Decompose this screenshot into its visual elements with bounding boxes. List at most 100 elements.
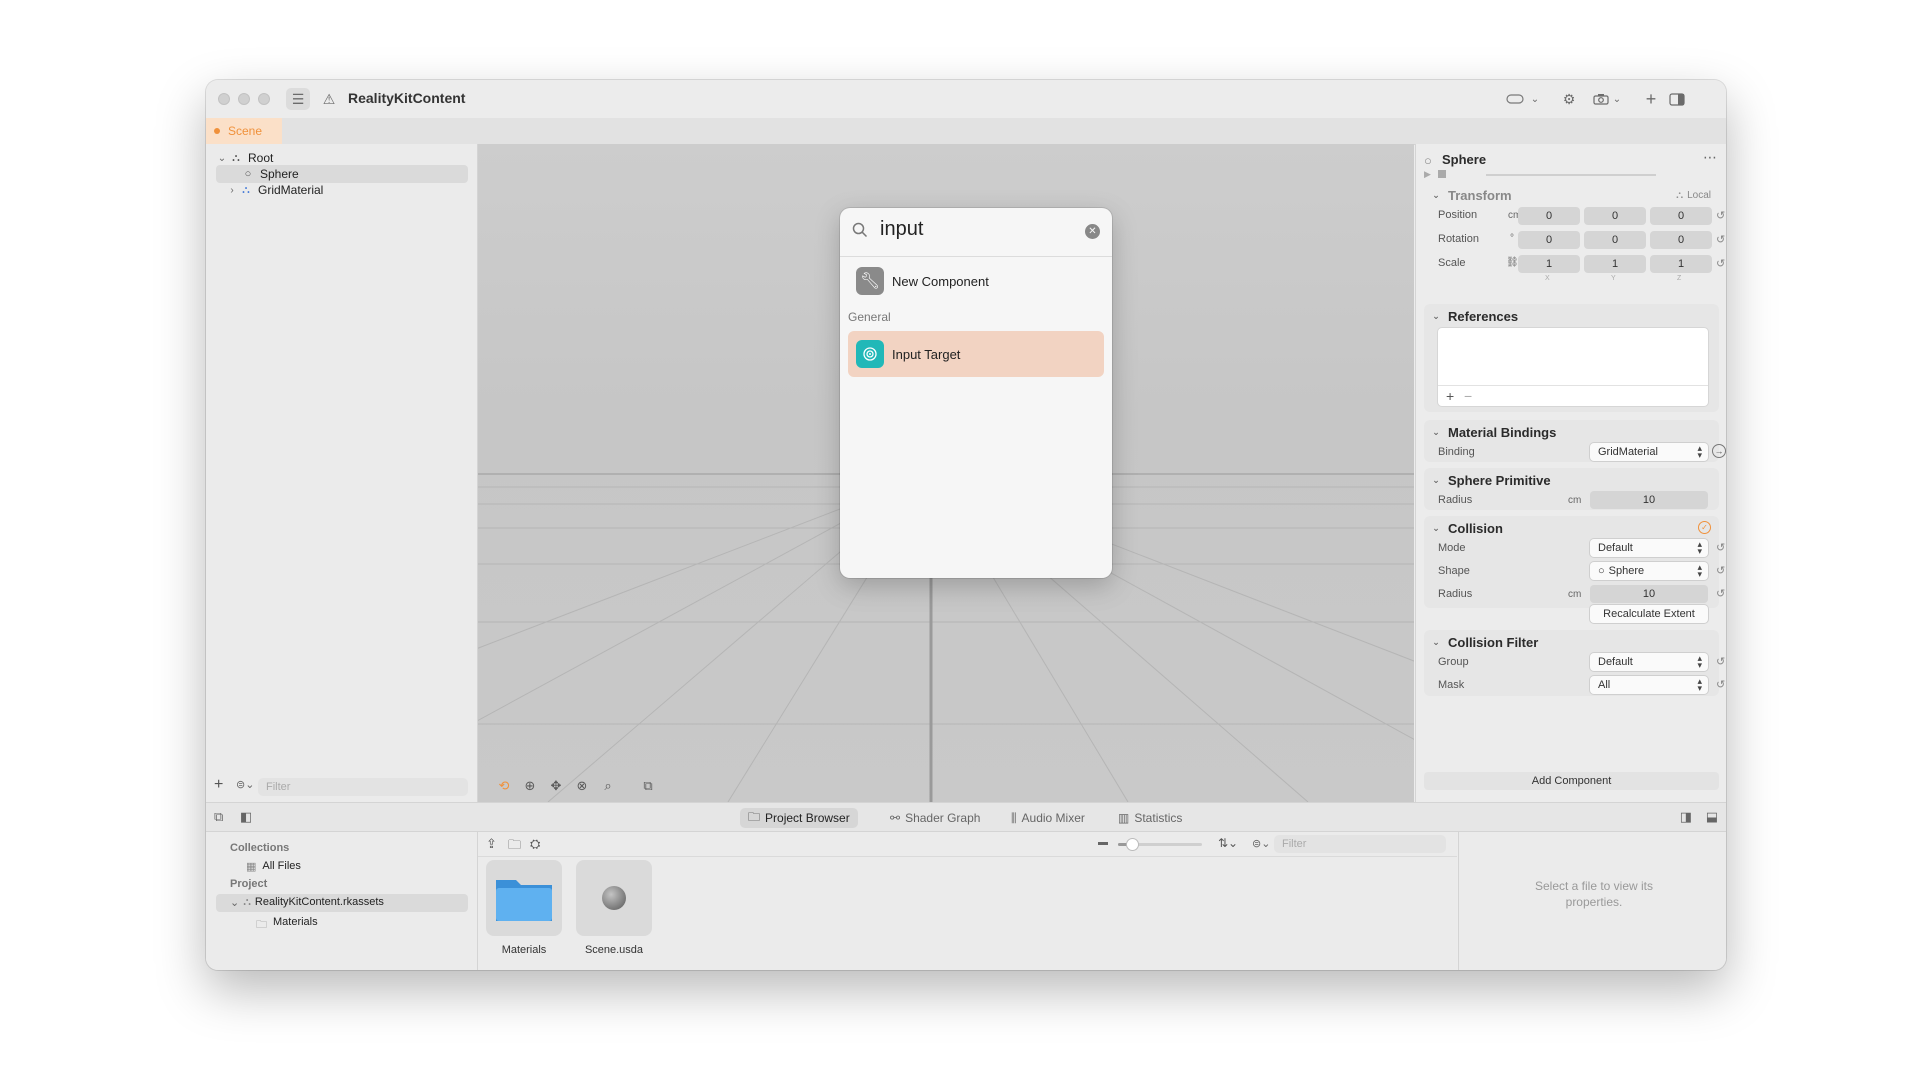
- reset-icon[interactable]: ↺: [1716, 564, 1725, 577]
- close-window-button[interactable]: [218, 93, 230, 105]
- link-icon[interactable]: ⛓︎: [1506, 257, 1519, 268]
- rotate-tool-icon[interactable]: ⊗: [572, 776, 592, 796]
- section-header[interactable]: ⌄ Material Bindings: [1430, 425, 1556, 440]
- binding-popup-button[interactable]: GridMaterial ▴ ▾: [1590, 443, 1708, 461]
- input-target-item[interactable]: Input Target: [848, 331, 1104, 377]
- stats-icon: ▥: [1118, 811, 1130, 825]
- play-icon[interactable]: ▶: [1424, 169, 1431, 180]
- updown-chevron-icon: ▴ ▾: [1697, 676, 1702, 693]
- tab-project-browser[interactable]: 🗀 Project Browser: [740, 808, 858, 828]
- new-asset-icon[interactable]: ⛭: [530, 836, 540, 852]
- orbit-tool-icon[interactable]: ⟲: [494, 776, 514, 796]
- layers-icon[interactable]: ⧉: [214, 809, 223, 825]
- warning-icon[interactable]: ⚠: [318, 88, 340, 110]
- browser-filter-input[interactable]: Filter: [1274, 835, 1446, 853]
- sphere-radius-field[interactable]: 10: [1590, 491, 1708, 509]
- recalculate-extent-button[interactable]: Recalculate Extent: [1590, 605, 1708, 623]
- camera-view-icon[interactable]: ⧉: [638, 776, 658, 796]
- collision-group-popup[interactable]: Default ▴ ▾: [1590, 653, 1708, 671]
- asset-scene-usda[interactable]: Scene.usda: [576, 860, 652, 956]
- new-folder-icon[interactable]: 🗀: [508, 836, 521, 858]
- rotation-z-field[interactable]: 0: [1650, 231, 1712, 249]
- minimize-window-button[interactable]: [238, 93, 250, 105]
- camera-menu-chevron-icon[interactable]: ⌄: [1610, 88, 1624, 110]
- sidebar-icon[interactable]: ◧: [240, 809, 252, 825]
- right-panel-icon[interactable]: ◨: [1680, 809, 1692, 825]
- reset-icon[interactable]: ↺: [1716, 541, 1725, 554]
- section-header[interactable]: ⌄ Collision Filter: [1430, 635, 1538, 650]
- position-y-field[interactable]: 0: [1584, 207, 1646, 225]
- coordinate-space-toggle[interactable]: ⛬ Local: [1676, 190, 1711, 201]
- disclosure-chevron-icon[interactable]: ⌄: [230, 896, 239, 909]
- share-play-icon[interactable]: ⚙: [1558, 88, 1580, 110]
- pan-tool-icon[interactable]: ⊕: [520, 776, 540, 796]
- camera-icon[interactable]: [1590, 88, 1612, 110]
- reset-icon[interactable]: ↺: [1716, 209, 1725, 222]
- section-header[interactable]: ⌄ Collision: [1430, 521, 1503, 536]
- reset-icon[interactable]: ↺: [1716, 587, 1725, 600]
- section-header[interactable]: ⌄ Sphere Primitive: [1430, 473, 1550, 488]
- references-list[interactable]: + −: [1438, 328, 1708, 406]
- tab-scene[interactable]: Scene: [206, 118, 282, 144]
- list-icon[interactable]: ☰: [286, 88, 310, 110]
- navigate-arrow-icon[interactable]: →: [1712, 444, 1726, 458]
- position-z-field[interactable]: 0: [1650, 207, 1712, 225]
- scale-y-field[interactable]: 1: [1584, 255, 1646, 273]
- more-options-icon[interactable]: ⋯: [1703, 149, 1717, 166]
- project-package-item[interactable]: ⌄ ⛬ RealityKitContent.rkassets: [230, 896, 384, 909]
- reset-icon[interactable]: ↺: [1716, 257, 1725, 270]
- collection-all-files[interactable]: ▦ All Files: [246, 860, 301, 873]
- zoom-tool-icon[interactable]: ⌕: [598, 776, 618, 796]
- collections-sidebar: Collections ▦ All Files Project ⌄ ⛬ Real…: [206, 832, 478, 970]
- section-header[interactable]: ⌄ References: [1430, 309, 1518, 324]
- thumbnail-size-slider[interactable]: [1118, 839, 1202, 850]
- add-icon[interactable]: +: [1640, 88, 1662, 110]
- filter-menu-icon[interactable]: ⊜⌄: [1252, 837, 1270, 850]
- filter-menu-icon[interactable]: ⊜⌄: [236, 778, 254, 791]
- position-x-field[interactable]: 0: [1518, 207, 1580, 225]
- add-component-button[interactable]: Add Component: [1424, 772, 1719, 790]
- rotation-y-field[interactable]: 0: [1584, 231, 1646, 249]
- reset-icon[interactable]: ↺: [1716, 233, 1725, 246]
- collision-mode-popup[interactable]: Default ▴ ▾: [1590, 539, 1708, 557]
- asset-materials-folder[interactable]: Materials: [486, 860, 562, 956]
- bottom-panel-icon[interactable]: ⬓: [1706, 809, 1718, 825]
- import-icon[interactable]: ⇪: [486, 836, 497, 852]
- sort-icon[interactable]: ⇅⌄: [1218, 836, 1238, 850]
- scale-x-field[interactable]: 1: [1518, 255, 1580, 273]
- remove-reference-icon[interactable]: −: [1464, 388, 1472, 404]
- scale-z-field[interactable]: 1: [1650, 255, 1712, 273]
- chevron-down-icon[interactable]: ⌄: [1528, 88, 1542, 110]
- add-entity-icon[interactable]: +: [214, 776, 223, 794]
- zoom-window-button[interactable]: [258, 93, 270, 105]
- component-search-input[interactable]: input: [880, 218, 923, 241]
- outline-filter-input[interactable]: Filter: [258, 778, 468, 796]
- collision-radius-field[interactable]: 10: [1590, 585, 1708, 603]
- collision-enabled-icon[interactable]: ✓: [1698, 521, 1711, 534]
- tab-audio-mixer[interactable]: ⫼ Audio Mixer: [1011, 808, 1085, 828]
- tab-shader-graph[interactable]: ⚯ Shader Graph: [890, 808, 980, 828]
- tab-statistics[interactable]: ▥ Statistics: [1118, 808, 1182, 828]
- stop-icon[interactable]: [1438, 170, 1446, 178]
- timeline-scrubber[interactable]: [1486, 174, 1656, 176]
- tree-item-gridmaterial[interactable]: › ⛬ GridMaterial: [216, 181, 323, 199]
- rotation-x-field[interactable]: 0: [1518, 231, 1580, 249]
- reset-icon[interactable]: ↺: [1716, 655, 1725, 668]
- section-header[interactable]: ⌄ Transform: [1430, 188, 1511, 203]
- tab-label: Project Browser: [765, 811, 850, 825]
- materials-folder-item[interactable]: 🗀 Materials: [256, 916, 318, 935]
- expand-chevron-icon[interactable]: ⌄: [216, 153, 228, 164]
- axis-label-y: Y: [1611, 275, 1616, 282]
- vision-pro-icon[interactable]: [1504, 88, 1526, 110]
- component-search-bar[interactable]: input ✕: [840, 208, 1112, 257]
- reset-icon[interactable]: ↺: [1716, 678, 1725, 691]
- inspector-toggle-icon[interactable]: [1666, 88, 1688, 110]
- move-tool-icon[interactable]: ✥: [546, 776, 566, 796]
- clear-search-icon[interactable]: ✕: [1085, 224, 1100, 239]
- collision-mask-popup[interactable]: All ▴ ▾: [1590, 676, 1708, 694]
- tab-label: Statistics: [1134, 811, 1183, 825]
- new-component-item[interactable]: 🔧︎ New Component: [848, 258, 1104, 304]
- collapse-chevron-icon[interactable]: ›: [226, 185, 238, 196]
- add-reference-icon[interactable]: +: [1446, 388, 1454, 404]
- collision-shape-popup[interactable]: ○ Sphere ▴ ▾: [1590, 562, 1708, 580]
